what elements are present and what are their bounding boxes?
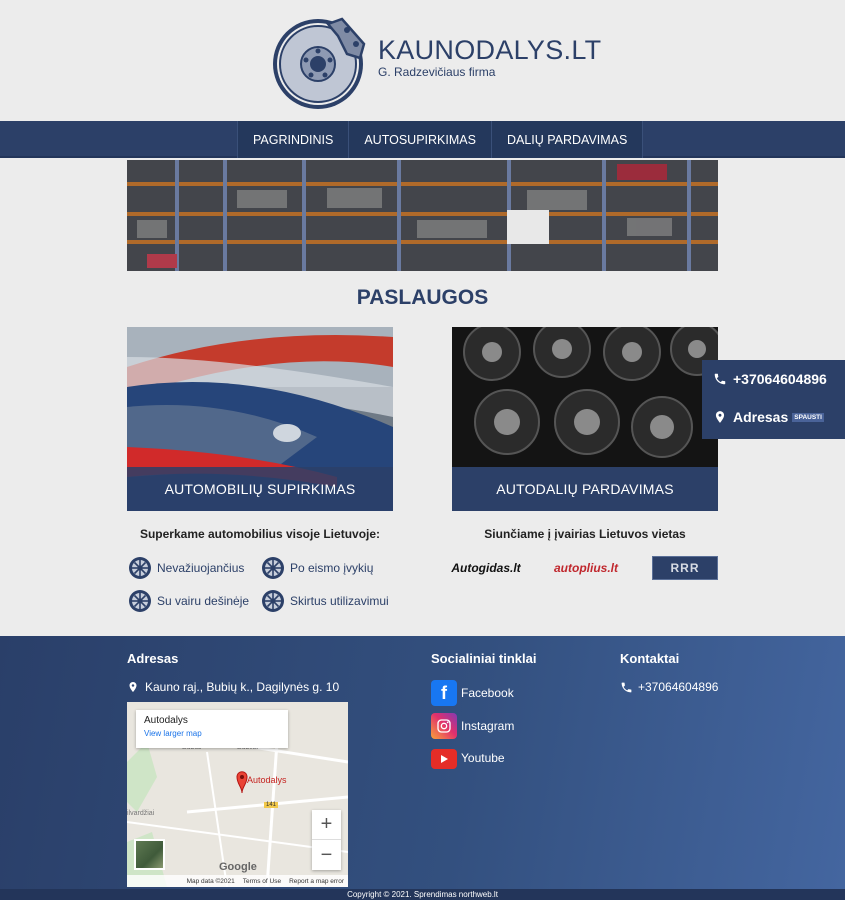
map-road-number: 141 — [264, 802, 279, 808]
social-label: Instagram — [461, 719, 515, 733]
feature-item: Po eismo įvykių — [261, 556, 373, 580]
partner-logo-autogidas[interactable]: Autogidas.lt — [451, 556, 520, 580]
google-logo: Google — [219, 861, 257, 873]
floating-contact-box: +37064604896 Adresas SPAUSTI — [702, 360, 845, 439]
youtube-icon — [431, 749, 457, 769]
brake-disc-logo-icon — [273, 17, 366, 109]
service-card-parts-sales[interactable]: AUTODALIŲ PARDAVIMAS — [452, 327, 718, 511]
wheel-icon — [262, 590, 284, 612]
feature-label: Po eismo įvykių — [290, 561, 374, 575]
wheel-icon — [129, 590, 151, 612]
nav-item-daliu-pardavimas[interactable]: DALIŲ PARDAVIMAS — [491, 121, 644, 158]
google-map-embed[interactable]: Bubiai Bubliai ilvardžiai 141 Autodalys … — [127, 702, 348, 887]
location-pin-icon — [129, 682, 137, 692]
map-terms-link[interactable]: Terms of Use — [243, 878, 281, 885]
copyright-bar: Copyright © 2021. Sprendimas northweb.lt — [0, 889, 845, 900]
map-town-label: ilvardžiai — [127, 810, 155, 817]
phone-icon — [714, 373, 726, 385]
map-info-card: Autodalys View larger map — [136, 710, 288, 748]
partner-logo-autoplius[interactable]: autoplius.lt — [551, 556, 621, 580]
wheel-icon — [129, 557, 151, 579]
feature-label: Nevažiuojančius — [157, 561, 245, 575]
location-pin-icon — [715, 411, 725, 423]
view-larger-map-link[interactable]: View larger map — [144, 729, 280, 738]
click-badge: SPAUSTI — [792, 412, 824, 422]
footer-address-text: Kauno raj., Bubių k., Dagilynės g. 10 — [145, 680, 340, 694]
facebook-icon: f — [431, 680, 457, 706]
warehouse-banner-image — [127, 160, 718, 271]
nav-item-pagrindinis[interactable]: PAGRINDINIS — [237, 121, 350, 158]
social-link-youtube[interactable]: Youtube — [431, 746, 505, 769]
map-zoom-controls: + − — [312, 810, 341, 870]
satellite-toggle-button[interactable] — [134, 839, 165, 870]
card-label-parts-sales: AUTODALIŲ PARDAVIMAS — [452, 467, 718, 511]
service-card-car-buying[interactable]: AUTOMOBILIŲ SUPIRKIMAS — [127, 327, 393, 511]
social-link-facebook[interactable]: f Facebook — [431, 680, 514, 706]
footer-phone-number: +37064604896 — [638, 680, 719, 694]
feature-item: Nevažiuojančius — [128, 556, 244, 580]
map-footer: Map data ©2021 Terms of Use Report a map… — [127, 875, 348, 887]
logo[interactable]: KAUNODALYS.LT G. Radzevičiaus firma — [272, 14, 601, 110]
wheel-icon — [262, 557, 284, 579]
feature-item: Skirtus utilizavimui — [261, 589, 389, 613]
social-link-instagram[interactable]: Instagram — [431, 713, 514, 739]
instagram-icon — [431, 713, 457, 739]
floating-address-label: Adresas — [733, 409, 789, 425]
floating-address-link[interactable]: Adresas SPAUSTI — [702, 398, 845, 436]
map-marker-label: Autodalys — [247, 775, 287, 785]
site-header: KAUNODALYS.LT G. Radzevičiaus firma — [0, 0, 845, 121]
floating-phone-number: +37064604896 — [733, 371, 827, 387]
footer-contacts-heading: Kontaktai — [620, 651, 680, 666]
zoom-out-button[interactable]: − — [312, 840, 341, 870]
footer-address: Kauno raj., Bubių k., Dagilynės g. 10 — [127, 680, 339, 694]
feature-item: Su vairu dešinėje — [128, 589, 249, 613]
gearbox-parts-image — [452, 327, 718, 467]
social-label: Youtube — [461, 750, 505, 765]
nav-item-autosupirkimas[interactable]: AUTOSUPIRKIMAS — [349, 121, 492, 158]
social-label: Facebook — [461, 686, 514, 700]
card-label-car-buying: AUTOMOBILIŲ SUPIRKIMAS — [127, 467, 393, 511]
main-nav: PAGRINDINIS AUTOSUPIRKIMAS DALIŲ PARDAVI… — [0, 121, 845, 158]
section-title-paslaugos: PASLAUGOS — [356, 286, 489, 309]
map-report-link[interactable]: Report a map error — [289, 878, 344, 885]
shipping-heading: Siunčiame į įvairias Lietuvos vietas — [484, 527, 686, 541]
partner-logo-rrr[interactable]: RRR — [652, 556, 718, 580]
map-data-credit: Map data ©2021 — [186, 877, 235, 885]
feature-label: Skirtus utilizavimui — [290, 594, 389, 608]
footer-social-heading: Socialiniai tinklai — [431, 651, 537, 666]
feature-label: Su vairu dešinėje — [157, 594, 250, 608]
car-buying-heading: Superkame automobilius visoje Lietuvoje: — [139, 527, 381, 541]
footer-phone-link[interactable]: +37064604896 — [620, 680, 718, 694]
brand-subtitle: G. Radzevičiaus firma — [378, 65, 496, 79]
floating-phone-link[interactable]: +37064604896 — [702, 360, 845, 398]
phone-icon — [621, 682, 632, 692]
brand-title: KAUNODALYS.LT — [378, 35, 602, 65]
footer-address-heading: Adresas — [127, 651, 179, 666]
map-place-title: Autodalys — [144, 715, 188, 726]
zoom-in-button[interactable]: + — [312, 810, 341, 840]
